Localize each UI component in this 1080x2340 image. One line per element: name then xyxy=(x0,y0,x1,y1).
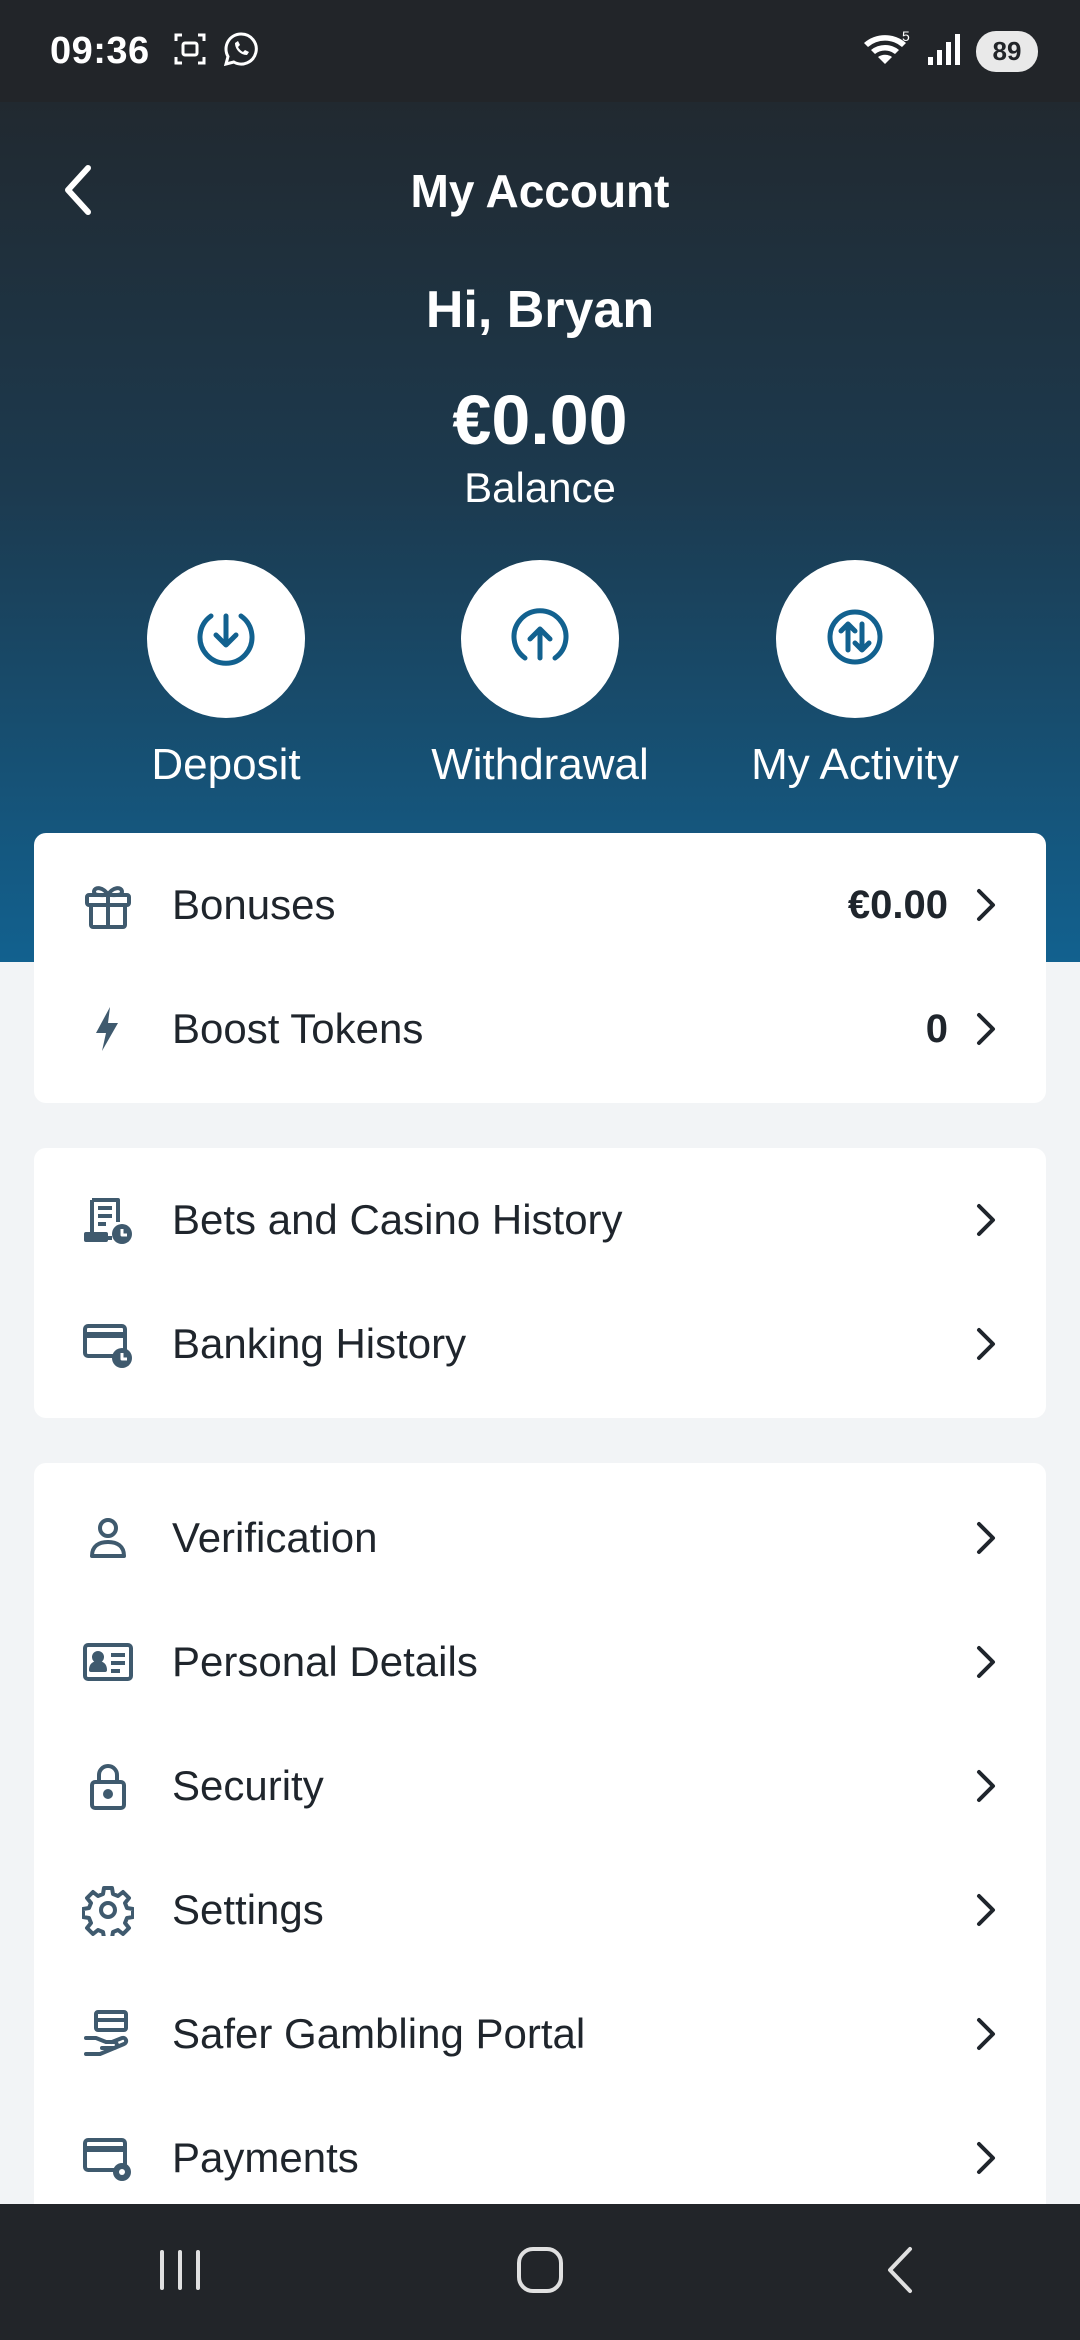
chevron-right-icon xyxy=(974,2014,998,2054)
list-item-payments[interactable]: Payments xyxy=(34,2096,1046,2220)
withdrawal-circle[interactable] xyxy=(461,560,619,718)
list-item-label: Banking History xyxy=(172,1320,467,1367)
my-activity-label: My Activity xyxy=(751,740,959,789)
svg-text:5: 5 xyxy=(902,29,910,44)
my-activity-circle[interactable] xyxy=(776,560,934,718)
deposit-button[interactable]: Deposit xyxy=(76,560,376,790)
chevron-right-icon xyxy=(974,1200,998,1240)
list-item-label: Payments xyxy=(172,2134,359,2181)
list-item-bonuses[interactable]: Bonuses €0.00 xyxy=(34,843,1046,967)
list-item-label: Bonuses xyxy=(172,881,336,928)
status-bar: 09:36 5 89 xyxy=(0,0,1080,102)
list-item-label: Verification xyxy=(172,1514,378,1561)
receipt-clock-icon xyxy=(82,1189,144,1251)
id-card-icon xyxy=(82,1631,144,1693)
home-button[interactable] xyxy=(480,2222,600,2322)
list-item-label: Bets and Casino History xyxy=(172,1196,623,1243)
back-button[interactable] xyxy=(48,152,108,232)
system-back-button[interactable] xyxy=(840,2222,960,2322)
nav-bar: My Account xyxy=(0,102,1080,280)
chevron-right-icon xyxy=(974,1890,998,1930)
recent-apps-button[interactable] xyxy=(120,2222,240,2322)
gear-icon xyxy=(82,1879,144,1941)
list-item-settings[interactable]: Settings xyxy=(34,1848,1046,1972)
transfer-icon xyxy=(824,606,886,673)
list-item-label: Security xyxy=(172,1762,324,1809)
battery-indicator: 89 xyxy=(976,30,1038,72)
hand-icon xyxy=(82,2003,144,2065)
deposit-label: Deposit xyxy=(151,740,301,789)
chevron-right-icon xyxy=(974,1766,998,1806)
back-arrow-icon xyxy=(880,2245,920,2300)
lock-icon xyxy=(82,1755,144,1817)
history-card: Bets and Casino History Banking History xyxy=(34,1148,1046,1418)
rewards-card: Bonuses €0.00 Boost Tokens 0 xyxy=(34,833,1046,1103)
chevron-right-icon xyxy=(974,1518,998,1558)
home-icon xyxy=(515,2245,565,2300)
deposit-circle[interactable] xyxy=(147,560,305,718)
page-title: My Account xyxy=(410,165,670,217)
list-item-label: Boost Tokens xyxy=(172,1005,424,1052)
chevron-right-icon xyxy=(974,1642,998,1682)
account-settings-card: Verification Personal Details Security S… xyxy=(34,1463,1046,2223)
card-gear-icon xyxy=(82,2127,144,2189)
bolt-icon xyxy=(82,998,144,1060)
list-item-banking-history[interactable]: Banking History xyxy=(34,1282,1046,1406)
withdrawal-button[interactable]: Withdrawal xyxy=(390,560,690,790)
chevron-right-icon xyxy=(974,1009,998,1049)
download-icon xyxy=(195,606,257,673)
upload-icon xyxy=(509,606,571,673)
whatsapp-icon xyxy=(222,30,260,73)
system-navigation-bar xyxy=(0,2204,1080,2340)
signal-icon xyxy=(926,31,962,72)
status-time: 09:36 xyxy=(50,29,150,72)
wifi-icon: 5 xyxy=(862,28,912,74)
list-item-bets-casino-history[interactable]: Bets and Casino History xyxy=(34,1158,1046,1282)
list-item-verification[interactable]: Verification xyxy=(34,1476,1046,1600)
balance-amount: €0.00 xyxy=(452,381,628,459)
card-clock-icon xyxy=(82,1313,144,1375)
chevron-right-icon xyxy=(974,1324,998,1364)
balance-label: Balance xyxy=(464,464,616,511)
list-item-personal-details[interactable]: Personal Details xyxy=(34,1600,1046,1724)
chevron-left-icon xyxy=(58,160,98,225)
list-item-label: Settings xyxy=(172,1886,324,1933)
user-icon xyxy=(82,1507,144,1569)
chevron-right-icon xyxy=(974,2138,998,2178)
screenshot-icon xyxy=(172,31,208,72)
my-activity-button[interactable]: My Activity xyxy=(705,560,1005,790)
recent-apps-icon xyxy=(156,2248,204,2297)
greeting: Hi, Bryan xyxy=(425,281,655,339)
list-item-security[interactable]: Security xyxy=(34,1724,1046,1848)
bonus-value: €0.00 xyxy=(847,882,948,927)
list-item-label: Safer Gambling Portal xyxy=(172,2010,586,2057)
list-item-label: Personal Details xyxy=(172,1638,478,1685)
list-item-boost-tokens[interactable]: Boost Tokens 0 xyxy=(34,967,1046,1091)
boost-tokens-value: 0 xyxy=(925,1006,948,1051)
withdrawal-label: Withdrawal xyxy=(431,740,649,789)
gift-icon xyxy=(82,874,144,936)
chevron-right-icon xyxy=(974,885,998,925)
list-item-safer-gambling-portal[interactable]: Safer Gambling Portal xyxy=(34,1972,1046,2096)
